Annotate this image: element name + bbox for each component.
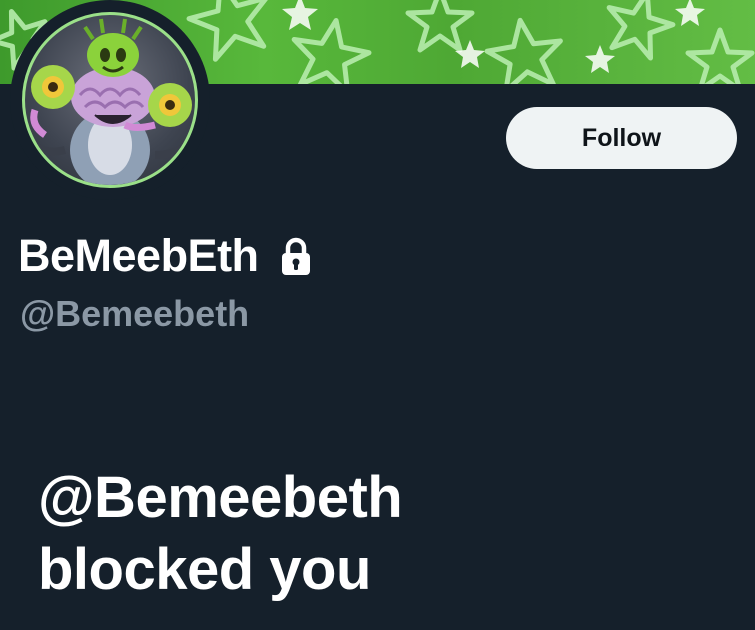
blocked-notice-text: blocked you — [38, 537, 371, 602]
blocked-notice-handle: @Bemeebeth — [38, 465, 403, 530]
avatar[interactable] — [22, 12, 198, 188]
blocked-notice: @Bemeebeth blocked you — [38, 462, 403, 606]
monster-avatar-icon — [30, 18, 192, 185]
follow-button[interactable]: Follow — [506, 107, 737, 169]
profile-handle: @Bemeebeth — [20, 293, 250, 334]
profile-name-row: BeMeebEth — [18, 226, 313, 286]
display-name: BeMeebEth — [18, 230, 259, 281]
lock-icon — [279, 237, 313, 277]
